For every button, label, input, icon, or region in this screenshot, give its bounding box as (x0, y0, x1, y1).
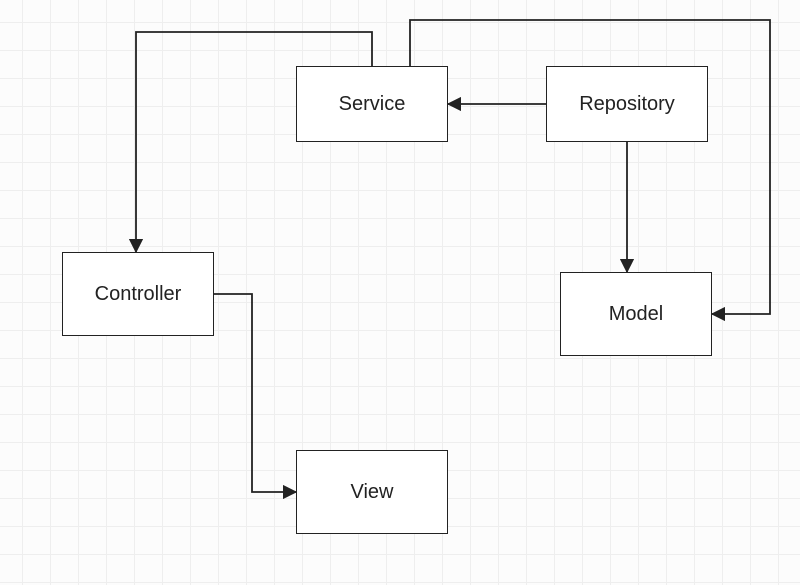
edge-service-model (410, 20, 770, 314)
node-view-label: View (351, 481, 394, 504)
node-service-label: Service (339, 93, 406, 116)
edge-controller-view (214, 294, 296, 492)
node-repository: Repository (546, 66, 708, 142)
diagram-canvas: Service Repository Controller Model View (0, 0, 800, 585)
node-service: Service (296, 66, 448, 142)
node-view: View (296, 450, 448, 534)
node-model-label: Model (609, 303, 663, 326)
node-controller-label: Controller (95, 283, 182, 306)
edge-service-controller (136, 32, 372, 252)
node-controller: Controller (62, 252, 214, 336)
node-repository-label: Repository (579, 93, 675, 116)
node-model: Model (560, 272, 712, 356)
